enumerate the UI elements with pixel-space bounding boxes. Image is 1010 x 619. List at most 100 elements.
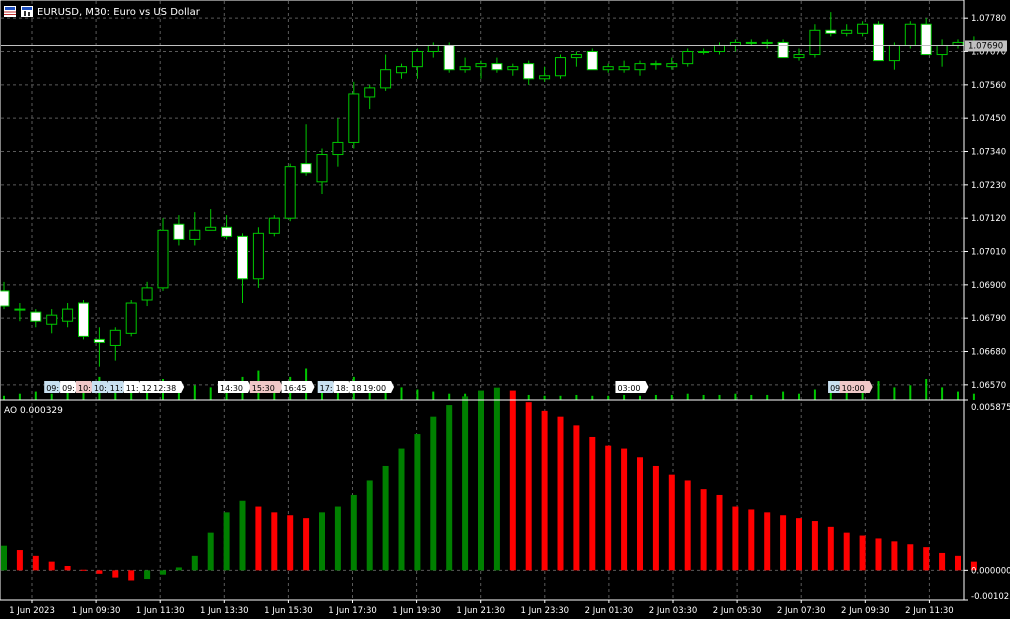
- candle[interactable]: [205, 209, 217, 231]
- price-axis[interactable]: 1.077801.076701.075601.074501.073401.072…: [964, 14, 1006, 391]
- candle[interactable]: [380, 54, 392, 91]
- candle[interactable]: [825, 12, 837, 37]
- event-marker[interactable]: 16:45: [281, 381, 315, 393]
- candle[interactable]: [539, 66, 551, 82]
- candle[interactable]: [125, 300, 137, 337]
- event-marker[interactable]: 17:: [317, 381, 336, 393]
- candle[interactable]: [841, 24, 853, 37]
- candle[interactable]: [714, 42, 725, 55]
- event-marker-label: 16:45: [284, 384, 307, 393]
- candle[interactable]: [46, 309, 58, 334]
- candle[interactable]: [952, 39, 964, 49]
- candle[interactable]: [698, 48, 710, 55]
- candle[interactable]: [873, 21, 884, 62]
- candle[interactable]: [78, 300, 89, 340]
- time-axis[interactable]: 1 Jun 2023 1 Jun 09:30 1 Jun 11:30 1 Jun 13…: [9, 600, 954, 616]
- candle[interactable]: [14, 303, 26, 322]
- candle[interactable]: [316, 148, 328, 194]
- candle[interactable]: [586, 48, 598, 71]
- ao-bar: [557, 416, 564, 571]
- candle[interactable]: [745, 39, 757, 46]
- chart-window-icon[interactable]: [21, 6, 33, 17]
- event-marker[interactable]: 14:30: [217, 381, 251, 393]
- event-marker[interactable]: 10:: [91, 381, 110, 393]
- candle[interactable]: [268, 215, 280, 237]
- candle[interactable]: [475, 60, 487, 79]
- candle[interactable]: [777, 39, 789, 59]
- candle[interactable]: [221, 215, 233, 240]
- candle[interactable]: [252, 227, 264, 288]
- candle[interactable]: [523, 60, 535, 85]
- price-tick-label: 1.07450: [971, 114, 1006, 124]
- candle[interactable]: [920, 18, 932, 56]
- event-marker-label: 12:38: [153, 384, 176, 393]
- candle-body: [332, 141, 344, 156]
- candle-body: [268, 217, 280, 234]
- candle[interactable]: [793, 48, 805, 61]
- candle[interactable]: [602, 63, 614, 73]
- candle[interactable]: [682, 48, 694, 67]
- candle[interactable]: [570, 51, 582, 67]
- event-markers[interactable]: 09: 09: 10: 10: 11: 11: 12:12:38 14:30 15:30 16:4…: [44, 381, 873, 393]
- candle[interactable]: [459, 57, 471, 73]
- candle[interactable]: [634, 60, 646, 76]
- candle-body: [443, 44, 455, 71]
- candle[interactable]: [332, 118, 344, 167]
- price-tick-label: 1.07340: [971, 148, 1006, 158]
- candle[interactable]: [936, 39, 948, 67]
- candle[interactable]: [396, 63, 407, 79]
- time-tick-label: 2 Jun 07:30: [777, 606, 826, 616]
- candle[interactable]: [666, 57, 678, 70]
- ao-bar: [175, 567, 182, 571]
- event-marker[interactable]: 11:: [107, 381, 126, 393]
- candle[interactable]: [109, 327, 121, 361]
- candle[interactable]: [300, 124, 312, 176]
- candle[interactable]: [237, 233, 248, 304]
- event-marker[interactable]: 10:: [76, 381, 94, 393]
- main-pane-border: [0, 0, 965, 401]
- candle[interactable]: [62, 303, 74, 328]
- event-marker[interactable]: 12:38: [151, 381, 185, 393]
- candle[interactable]: [411, 48, 423, 79]
- event-marker[interactable]: 18:: [333, 381, 352, 393]
- event-marker-label: 09:: [62, 384, 75, 393]
- event-marker[interactable]: 09:: [44, 381, 63, 393]
- candle[interactable]: [173, 215, 185, 246]
- candle[interactable]: [491, 57, 503, 73]
- candle[interactable]: [857, 21, 869, 37]
- event-marker[interactable]: 15:30: [249, 381, 283, 393]
- candle[interactable]: [348, 81, 360, 149]
- candle[interactable]: [0, 281, 10, 310]
- candle[interactable]: [157, 218, 169, 291]
- ao-histogram[interactable]: [1, 387, 977, 581]
- candle[interactable]: [30, 309, 42, 328]
- event-marker[interactable]: 19:00: [361, 381, 395, 393]
- time-tick-label: 1 Jun 13:30: [200, 606, 249, 616]
- candle[interactable]: [507, 63, 519, 76]
- ao-bar: [621, 448, 628, 571]
- event-marker[interactable]: 09:: [60, 381, 79, 393]
- trading-chart[interactable]: 09: 09: 10: 10: 11: 11: 12:12:38 14:30 15:30 16:4…: [0, 0, 1010, 619]
- event-marker[interactable]: 11:: [123, 381, 142, 393]
- candle[interactable]: [904, 21, 916, 49]
- candle[interactable]: [427, 42, 439, 58]
- candle[interactable]: [443, 42, 455, 73]
- candle-body: [523, 63, 535, 80]
- ao-bar: [573, 425, 580, 571]
- candle[interactable]: [888, 42, 900, 70]
- candle[interactable]: [364, 84, 376, 110]
- candle[interactable]: [761, 39, 773, 49]
- candle[interactable]: [809, 24, 821, 58]
- candlestick-series[interactable]: [0, 12, 980, 367]
- ao-axis[interactable]: 0.005875 0.000000 -0.001023: [964, 399, 1010, 602]
- candle[interactable]: [284, 163, 296, 222]
- volume-bar: [400, 387, 403, 400]
- candle[interactable]: [650, 60, 662, 70]
- candle[interactable]: [618, 60, 630, 73]
- symbol-grid-icon[interactable]: [4, 6, 16, 17]
- candle[interactable]: [189, 212, 201, 246]
- candle[interactable]: [141, 281, 153, 307]
- event-marker[interactable]: 10:00: [839, 381, 873, 393]
- candle[interactable]: [555, 54, 566, 79]
- event-marker[interactable]: 03:00: [615, 381, 649, 393]
